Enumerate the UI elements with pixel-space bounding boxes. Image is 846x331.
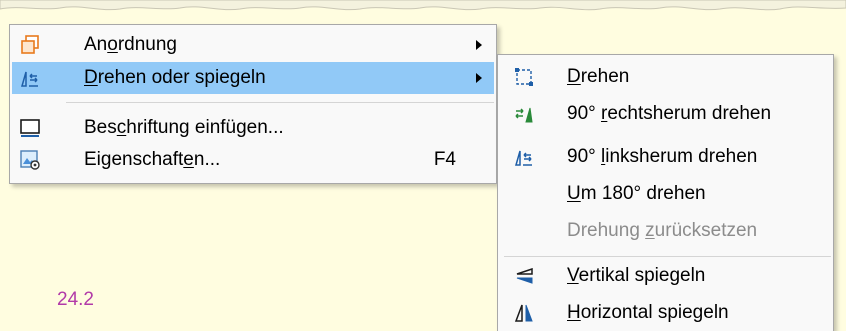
submenu-item-rotate-180[interactable]: Um 180° drehen [500, 178, 831, 210]
submenu-item-rotate-right[interactable]: 90° rechtsherum drehen [500, 98, 831, 130]
submenu-item-flip-vertical[interactable]: Vertikal spiegeln [500, 260, 831, 292]
menu-item-label: Anordnung [84, 34, 177, 55]
context-menu: Anordnung Drehen oder spiegeln Beschrift… [9, 24, 497, 184]
menu-item-label: Drehen oder spiegeln [84, 67, 266, 88]
arrange-icon [18, 33, 42, 57]
submenu-item-label: 90° linksherum drehen [567, 146, 758, 167]
menu-item-insert-caption[interactable]: Beschriftung einfügen... [12, 112, 494, 144]
menu-item-rotate-or-flip[interactable]: Drehen oder spiegeln [12, 62, 494, 94]
submenu-item-reset-rotation: Drehung zurücksetzen [500, 215, 831, 247]
submenu-item-label: Drehen [567, 66, 630, 87]
properties-icon [18, 148, 42, 172]
submenu-separator [504, 256, 831, 257]
menu-item-arrange[interactable]: Anordnung [12, 29, 494, 61]
rotate-right-icon [512, 102, 536, 126]
submenu-item-label: Horizontal spiegeln [567, 302, 729, 323]
submenu-item-label: Vertikal spiegeln [567, 265, 706, 286]
submenu-item-rotate[interactable]: Drehen [500, 61, 831, 93]
menu-separator [66, 102, 494, 103]
submenu-arrow-icon [476, 73, 482, 83]
page-torn-edge [0, 0, 846, 11]
rotate-icon [512, 65, 536, 89]
rotate-left-icon [512, 145, 536, 169]
submenu-item-flip-horizontal[interactable]: Horizontal spiegeln [500, 297, 831, 329]
submenu-item-label: Um 180° drehen [567, 183, 706, 204]
rotate-flip-icon [18, 66, 42, 90]
flip-horizontal-icon [512, 301, 536, 325]
document-number-text: 24.2 [57, 289, 94, 310]
menu-item-properties[interactable]: Eigenschaften... F4 [12, 144, 494, 176]
menu-item-label: Eigenschaften... [84, 149, 221, 170]
submenu-item-label: 90° rechtsherum drehen [567, 103, 772, 124]
insert-caption-icon [18, 116, 42, 140]
submenu-item-rotate-left[interactable]: 90° linksherum drehen [500, 141, 831, 173]
menu-item-label: Beschriftung einfügen... [84, 117, 284, 138]
submenu-arrow-icon [476, 40, 482, 50]
flip-vertical-icon [512, 264, 536, 288]
submenu-item-label: Drehung zurücksetzen [567, 220, 758, 241]
shortcut-label: F4 [433, 149, 456, 170]
rotate-flip-submenu: Drehen 90° rechtsherum drehen 90° linksh… [497, 54, 834, 331]
